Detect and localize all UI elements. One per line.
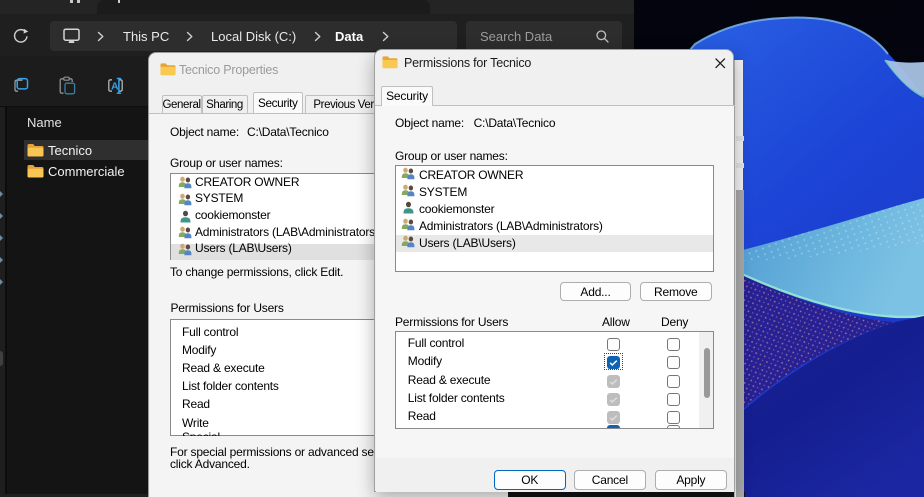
svg-text:A: A [111, 81, 119, 93]
